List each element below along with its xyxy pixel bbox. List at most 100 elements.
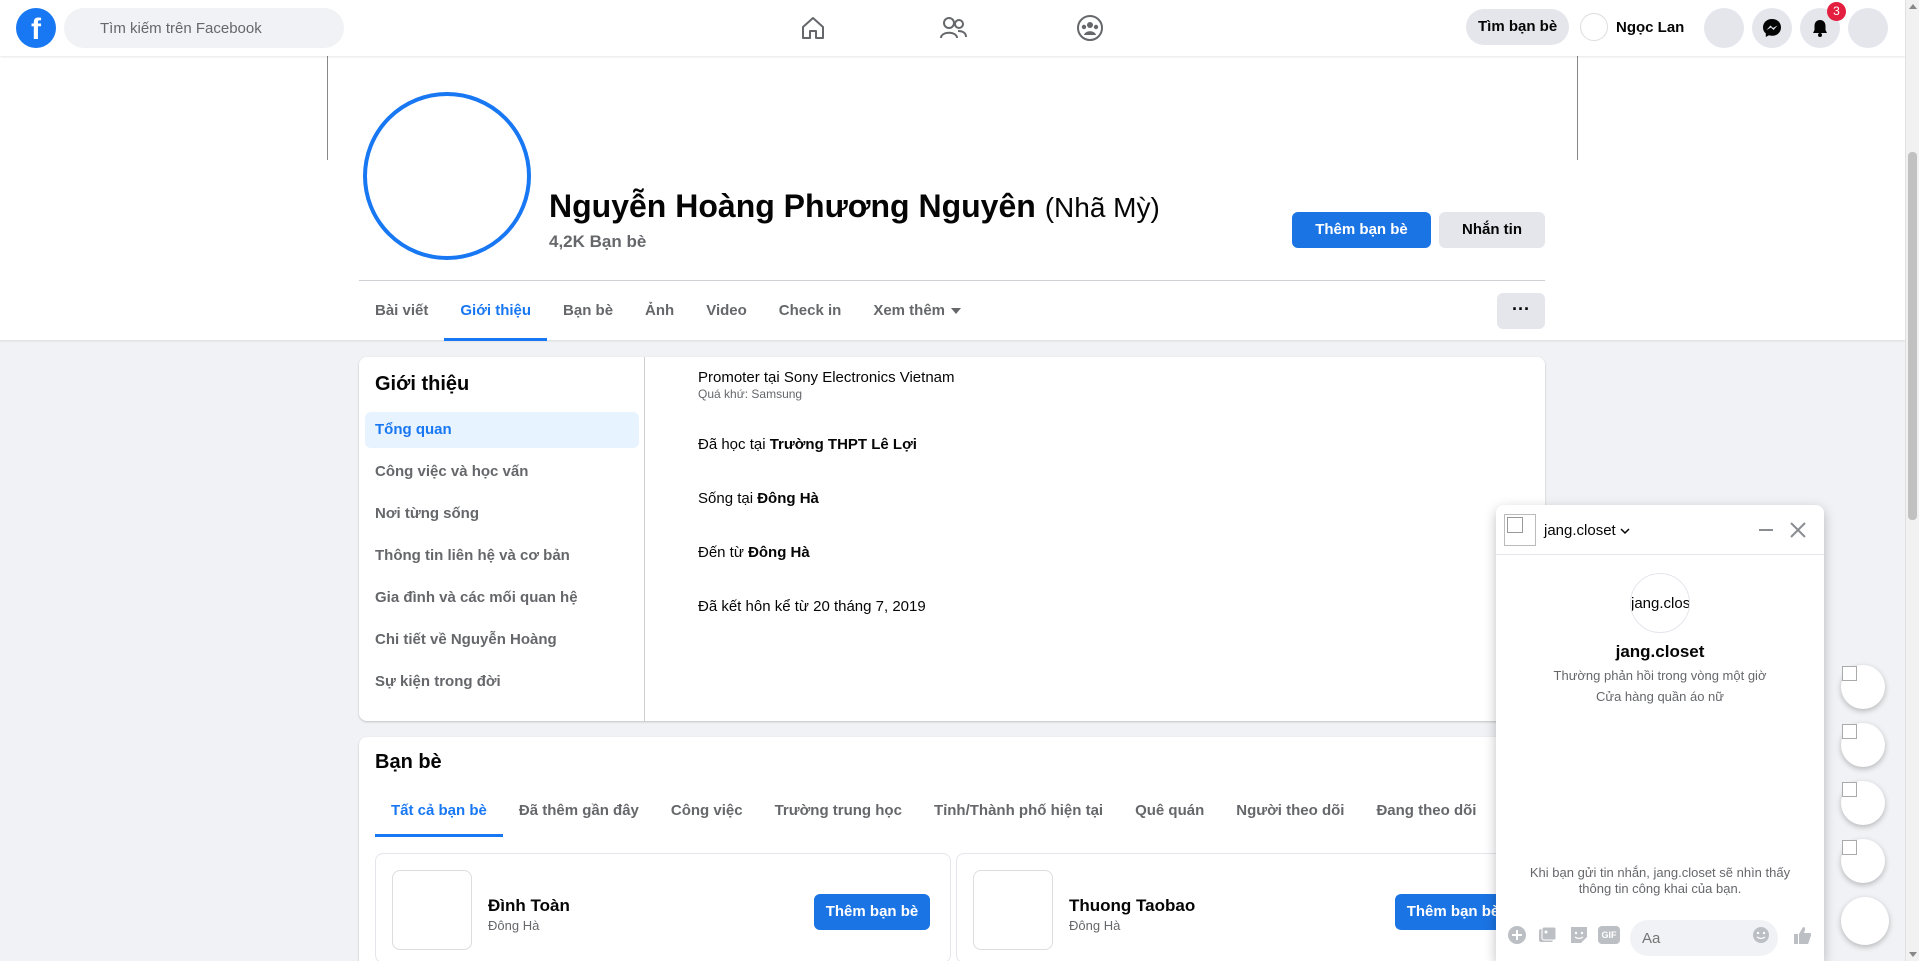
chat-head-avatar[interactable] xyxy=(1841,723,1885,767)
friend-thumbnail[interactable] xyxy=(392,870,472,950)
chat-notice: Khi bạn gửi tin nhắn, jang.closet sẽ nhì… xyxy=(1529,865,1791,896)
chat-name-label: jang.closet xyxy=(1544,522,1616,539)
intro-menu-details[interactable]: Chi tiết về Nguyễn Hoàng xyxy=(365,622,639,658)
tab-videos[interactable]: Video xyxy=(690,281,763,341)
add-friend-button[interactable]: Thêm bạn bè xyxy=(1395,894,1511,930)
sticker-icon[interactable] xyxy=(1568,924,1590,946)
page-scrollbar[interactable] xyxy=(1905,0,1919,961)
profile-shortcut[interactable]: Ngọc Lan xyxy=(1580,13,1684,41)
friends-tab-followers[interactable]: Người theo dõi xyxy=(1220,785,1360,837)
chat-header[interactable]: jang.closet xyxy=(1496,505,1824,555)
scroll-up-arrow-icon[interactable] xyxy=(1909,4,1917,9)
friend-name[interactable]: Thuong Taobao xyxy=(1069,896,1195,916)
intro-menu-places-lived[interactable]: Nơi từng sống xyxy=(365,496,639,532)
search-box[interactable] xyxy=(64,8,344,48)
tab-photos[interactable]: Ảnh xyxy=(629,281,690,341)
education-link[interactable]: Trường THPT Lê Lợi xyxy=(770,436,917,453)
profile-picture[interactable] xyxy=(363,92,531,260)
friends-tab-recent[interactable]: Đã thêm gần đây xyxy=(503,785,655,837)
notifications-button[interactable]: 3 xyxy=(1800,2,1846,48)
tab-about[interactable]: Giới thiệu xyxy=(444,281,547,341)
friend-count[interactable]: 4,2K Bạn bè xyxy=(549,232,646,252)
add-friend-button[interactable]: Thêm bạn bè xyxy=(814,894,930,930)
current-city-link[interactable]: Đông Hà xyxy=(757,490,819,507)
scroll-down-arrow-icon[interactable] xyxy=(1909,952,1917,957)
cover-photo-edge xyxy=(327,56,328,160)
friend-name[interactable]: Đình Toàn xyxy=(488,896,570,916)
chat-category: Cửa hàng quần áo nữ xyxy=(1595,689,1724,704)
chat-head-avatar[interactable] xyxy=(1841,665,1885,709)
intro-menu-family[interactable]: Gia đình và các mối quan hệ xyxy=(365,580,639,616)
chat-reply-time: Thường phản hồi trong vòng một giờ xyxy=(1553,668,1767,683)
profile-name: Nguyễn Hoàng Phương Nguyên (Nhã Mỳ) xyxy=(549,188,1160,225)
chat-avatar[interactable] xyxy=(1504,514,1536,546)
tab-more-label: Xem thêm xyxy=(873,302,946,319)
more-options-button[interactable]: ··· xyxy=(1497,293,1545,329)
gif-icon[interactable]: GIF xyxy=(1598,926,1620,944)
intro-menu: Tổng quan Công việc và học vấn Nơi từng … xyxy=(365,412,639,706)
friends-tab-all[interactable]: Tất cả bạn bè xyxy=(375,785,503,837)
hometown-link[interactable]: Đông Hà xyxy=(748,544,810,561)
friends-tab-hometown[interactable]: Quê quán xyxy=(1119,785,1220,837)
chat-head-avatar[interactable] xyxy=(1841,839,1885,883)
from-prefix: Đến từ xyxy=(698,544,749,561)
intro-menu-work-education[interactable]: Công việc và học vấn xyxy=(365,454,639,490)
account-icon[interactable] xyxy=(1848,8,1888,48)
friend-item: Thuong Taobao Đông Hà Thêm bạn bè xyxy=(956,853,1532,961)
home-icon[interactable] xyxy=(797,12,829,44)
work-text: Promoter tại Sony Electronics Vietnam xyxy=(698,369,955,386)
add-friend-button[interactable]: Thêm bạn bè xyxy=(1292,212,1431,248)
plus-circle-icon[interactable] xyxy=(1506,924,1528,946)
profile-full-name: Nguyễn Hoàng Phương Nguyên xyxy=(549,188,1036,224)
tab-posts[interactable]: Bài viết xyxy=(359,281,444,341)
tab-checkins[interactable]: Check in xyxy=(763,281,858,341)
tab-more[interactable]: Xem thêm xyxy=(857,281,977,341)
emoji-icon[interactable] xyxy=(1751,925,1771,945)
info-current-city: Sống tại Đông Hà xyxy=(698,490,1518,544)
friends-icon[interactable] xyxy=(937,12,969,44)
profile-header: Nguyễn Hoàng Phương Nguyên (Nhã Mỳ) 4,2K… xyxy=(0,56,1905,341)
profile-alternate-name: (Nhã Mỳ) xyxy=(1044,192,1160,223)
chat-name[interactable]: jang.closet xyxy=(1544,522,1630,539)
cover-photo-edge xyxy=(1577,56,1578,160)
chat-page-title[interactable]: jang.closet xyxy=(1496,642,1824,662)
user-name: Ngọc Lan xyxy=(1616,18,1685,36)
friends-tab-high-school[interactable]: Trường trung học xyxy=(759,785,918,837)
chat-page-avatar[interactable]: jang.clos xyxy=(1630,573,1690,633)
intro-title: Giới thiệu xyxy=(375,373,470,395)
facebook-logo-icon[interactable]: f xyxy=(16,8,56,48)
caret-down-icon xyxy=(951,308,962,315)
tab-friends[interactable]: Bạn bè xyxy=(547,281,629,341)
friends-tab-following[interactable]: Đang theo dõi xyxy=(1360,785,1492,837)
scroll-thumb[interactable] xyxy=(1908,152,1917,520)
friends-card: Bạn bè Tất cả bạn bè Đã thêm gần đây Côn… xyxy=(359,737,1545,961)
top-navigation-bar: f Tìm bạn bè Ngọc Lan 3 xyxy=(0,0,1905,56)
friend-item: Đình Toàn Đông Hà Thêm bạn bè xyxy=(375,853,951,961)
relationship-text: Đã kết hôn kể từ 20 tháng 7, 2019 xyxy=(698,598,926,615)
like-icon[interactable] xyxy=(1791,924,1813,946)
intro-card: Giới thiệu Tổng quan Công việc và học vấ… xyxy=(359,357,1545,721)
close-icon[interactable] xyxy=(1786,518,1810,542)
photo-icon[interactable] xyxy=(1536,924,1558,946)
friends-title[interactable]: Bạn bè xyxy=(375,751,442,774)
friends-tab-current-city[interactable]: Tỉnh/Thành phố hiện tại xyxy=(918,785,1119,837)
minimize-icon[interactable] xyxy=(1754,518,1778,542)
new-message-button[interactable] xyxy=(1841,897,1889,945)
intro-menu-overview[interactable]: Tổng quan xyxy=(365,412,639,448)
profile-tabs: Bài viết Giới thiệu Bạn bè Ảnh Video Che… xyxy=(359,281,977,341)
friend-location: Đông Hà xyxy=(1069,918,1121,933)
find-friends-button[interactable]: Tìm bạn bè xyxy=(1466,9,1570,45)
chat-head-avatar[interactable] xyxy=(1841,781,1885,825)
friends-tab-work[interactable]: Công việc xyxy=(655,785,759,837)
groups-icon[interactable] xyxy=(1074,12,1106,44)
intro-menu-life-events[interactable]: Sự kiện trong đời xyxy=(365,664,639,700)
friend-thumbnail[interactable] xyxy=(973,870,1053,950)
menu-icon[interactable] xyxy=(1704,8,1744,48)
friend-location: Đông Hà xyxy=(488,918,540,933)
message-button[interactable]: Nhắn tin xyxy=(1439,212,1545,248)
avatar xyxy=(1580,13,1608,41)
intro-sidebar: Giới thiệu Tổng quan Công việc và học vấ… xyxy=(359,357,645,721)
intro-menu-contact-info[interactable]: Thông tin liên hệ và cơ bản xyxy=(365,538,639,574)
search-input[interactable] xyxy=(64,8,344,48)
messenger-icon[interactable] xyxy=(1752,8,1792,48)
